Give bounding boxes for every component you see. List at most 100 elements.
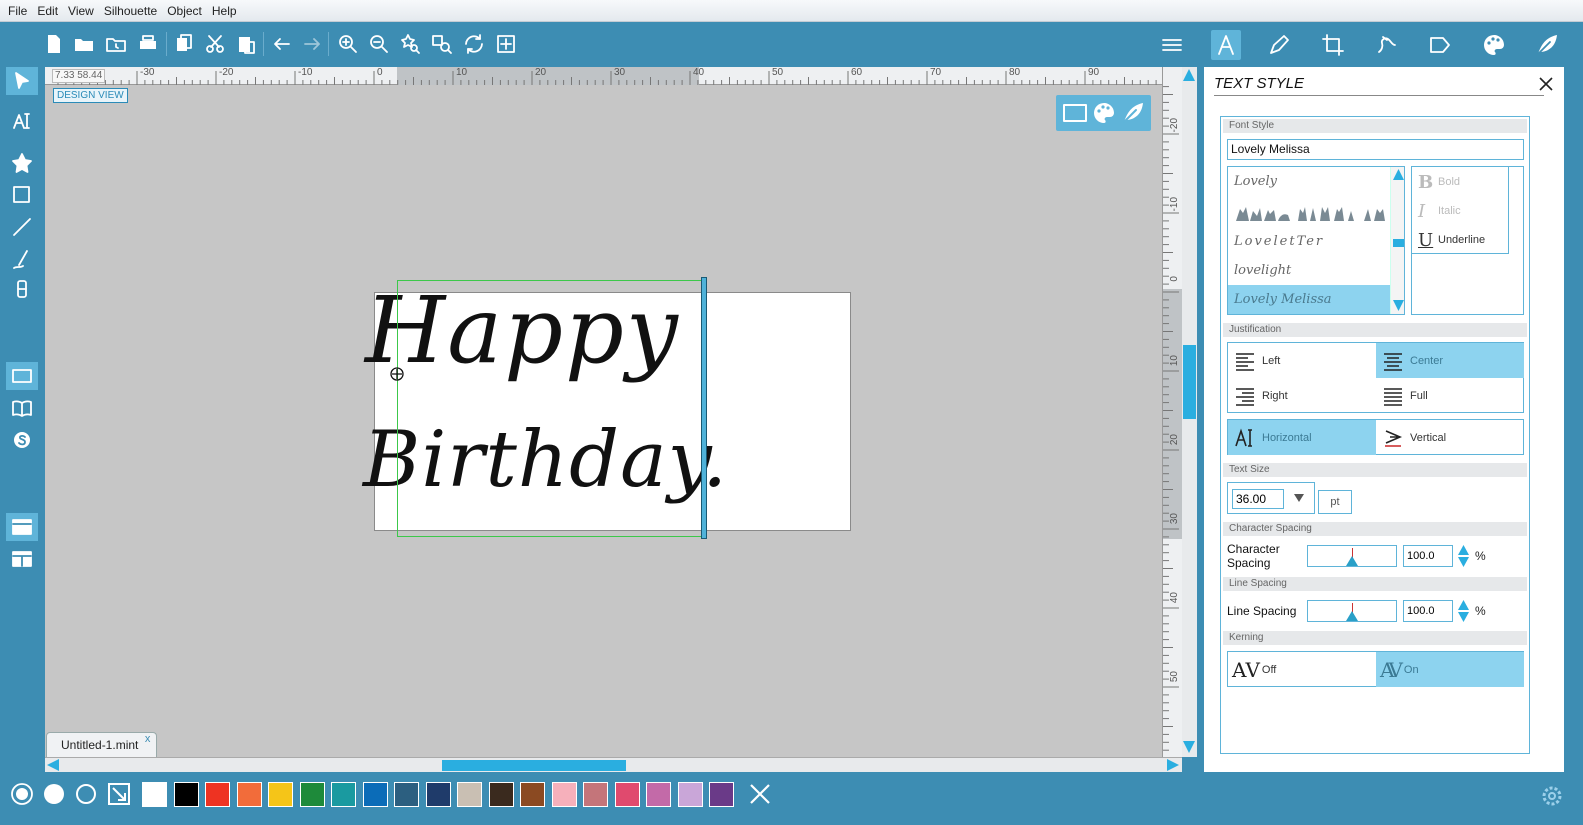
- panel-toggle-1[interactable]: [6, 513, 38, 541]
- text-size-input[interactable]: 36.00: [1232, 489, 1284, 509]
- paste-icon[interactable]: [234, 32, 258, 56]
- more-menu-button[interactable]: [1157, 30, 1187, 60]
- text-resize-handle[interactable]: [701, 277, 707, 539]
- justify-full-button[interactable]: Full: [1376, 378, 1524, 413]
- document-tab[interactable]: Untitled-1.mint x: [46, 732, 158, 757]
- design-canvas[interactable]: 7.33 58.44 -30 -20 -10 0 10 20 30 40 50 60 70 80 90 …: [45, 67, 1182, 757]
- color-swatch[interactable]: [173, 782, 199, 807]
- close-tab-icon[interactable]: x: [145, 727, 151, 752]
- text-tool[interactable]: [6, 107, 38, 135]
- zoom-fit-icon[interactable]: [430, 32, 454, 56]
- fill-color-tab[interactable]: [1479, 30, 1509, 60]
- new-document-icon[interactable]: [42, 32, 66, 56]
- zoom-in-icon[interactable]: [336, 32, 360, 56]
- print-icon[interactable]: [136, 32, 160, 56]
- color-swatch[interactable]: [709, 782, 734, 807]
- italic-toggle[interactable]: I Italic: [1418, 198, 1461, 224]
- cut-icon[interactable]: [203, 32, 227, 56]
- fill-circle-icon[interactable]: [42, 782, 66, 806]
- scroll-left-icon[interactable]: [47, 759, 59, 771]
- stepper-up-icon[interactable]: [1458, 600, 1469, 610]
- open-folder-icon[interactable]: [72, 32, 96, 56]
- library-view-tool[interactable]: [6, 394, 38, 422]
- trace-tab[interactable]: [1372, 30, 1402, 60]
- color-swatch[interactable]: [614, 782, 640, 807]
- line-tool[interactable]: [6, 213, 38, 241]
- color-swatch[interactable]: [425, 782, 451, 807]
- kerning-on-button[interactable]: AV On: [1376, 652, 1524, 687]
- color-swatch[interactable]: [646, 782, 671, 807]
- scroll-up-icon[interactable]: [1183, 69, 1195, 81]
- fit-to-page-icon[interactable]: [494, 32, 518, 56]
- select-tool[interactable]: [6, 67, 38, 95]
- redo-icon[interactable]: [300, 32, 324, 56]
- open-recent-icon[interactable]: [104, 32, 128, 56]
- justify-center-button[interactable]: Center: [1376, 343, 1524, 378]
- horizontal-text-button[interactable]: Horizontal: [1228, 420, 1376, 455]
- vertical-text-button[interactable]: Vertical: [1376, 420, 1524, 455]
- line-style-tab[interactable]: [1264, 30, 1294, 60]
- text-style-tab[interactable]: [1211, 30, 1241, 60]
- page-setup-icon[interactable]: [1062, 100, 1088, 126]
- design-view-tool[interactable]: [6, 362, 38, 390]
- vertical-scrollbar[interactable]: [1182, 67, 1197, 757]
- line-spacing-slider[interactable]: [1307, 600, 1397, 622]
- stepper-up-icon[interactable]: [1458, 545, 1469, 555]
- scroll-down-icon[interactable]: [1183, 741, 1195, 753]
- copy-icon[interactable]: [172, 32, 196, 56]
- character-spacing-stepper[interactable]: [1458, 545, 1469, 567]
- settings-gear-icon[interactable]: [1540, 784, 1564, 808]
- underline-toggle[interactable]: U Underline: [1418, 227, 1485, 253]
- character-spacing-input[interactable]: 100.0: [1403, 545, 1453, 567]
- shape-star-tool[interactable]: [6, 149, 38, 177]
- font-list-item[interactable]: Lovely: [1228, 167, 1390, 196]
- color-swatch[interactable]: [331, 782, 356, 807]
- color-swatch[interactable]: [520, 782, 545, 807]
- menu-object[interactable]: Object: [163, 4, 206, 18]
- justify-left-button[interactable]: Left: [1228, 343, 1376, 378]
- line-spacing-stepper[interactable]: [1458, 600, 1469, 622]
- font-list-item[interactable]: LoveletTer: [1228, 227, 1390, 256]
- character-spacing-slider[interactable]: [1307, 545, 1397, 567]
- pan-zoom-icon[interactable]: [462, 32, 486, 56]
- kerning-off-button[interactable]: AV Off: [1228, 652, 1376, 687]
- library-tab[interactable]: [1532, 30, 1562, 60]
- rectangle-tool[interactable]: [6, 181, 38, 209]
- eraser-tool[interactable]: [6, 275, 38, 303]
- outline-circle-icon[interactable]: [74, 782, 98, 806]
- color-swatch[interactable]: [205, 782, 230, 807]
- color-swatch[interactable]: [457, 782, 482, 807]
- horizontal-scrollbar[interactable]: [45, 757, 1182, 772]
- color-swatch[interactable]: [268, 782, 293, 807]
- vertical-scroll-thumb[interactable]: [1183, 345, 1196, 419]
- bold-toggle[interactable]: B Bold: [1418, 169, 1460, 195]
- menu-edit[interactable]: Edit: [33, 4, 62, 18]
- font-name-input[interactable]: Lovely Melissa: [1227, 139, 1524, 160]
- selection-bounding-box[interactable]: [397, 280, 703, 537]
- undo-icon[interactable]: [270, 32, 294, 56]
- menu-view[interactable]: View: [64, 4, 98, 18]
- leaf-icon[interactable]: [1120, 100, 1146, 126]
- color-swatch[interactable]: [551, 782, 577, 807]
- stepper-down-icon[interactable]: [1458, 612, 1469, 622]
- zoom-out-icon[interactable]: [367, 32, 391, 56]
- stepper-down-icon[interactable]: [1458, 557, 1469, 567]
- font-list[interactable]: Lovely LoveletTer lovelight Lovely Melis…: [1227, 166, 1405, 315]
- freehand-tool[interactable]: [6, 245, 38, 273]
- horizontal-scroll-thumb[interactable]: [442, 760, 626, 771]
- crop-tab[interactable]: [1318, 30, 1348, 60]
- color-swatch[interactable]: [488, 782, 514, 807]
- palette-icon[interactable]: [1091, 100, 1117, 126]
- color-swatch[interactable]: [394, 782, 419, 807]
- scroll-right-icon[interactable]: [1167, 759, 1179, 771]
- font-list-scrollbar[interactable]: [1390, 167, 1404, 314]
- menu-file[interactable]: File: [4, 4, 31, 18]
- no-color-icon[interactable]: [748, 782, 772, 806]
- color-swatch[interactable]: [299, 782, 325, 807]
- chevron-down-icon[interactable]: [1294, 494, 1304, 502]
- close-icon[interactable]: [1537, 75, 1555, 93]
- scroll-up-icon[interactable]: [1393, 169, 1404, 180]
- font-list-scroll-thumb[interactable]: [1393, 239, 1404, 247]
- font-list-item[interactable]: [1228, 197, 1390, 226]
- zoom-select-icon[interactable]: [398, 32, 422, 56]
